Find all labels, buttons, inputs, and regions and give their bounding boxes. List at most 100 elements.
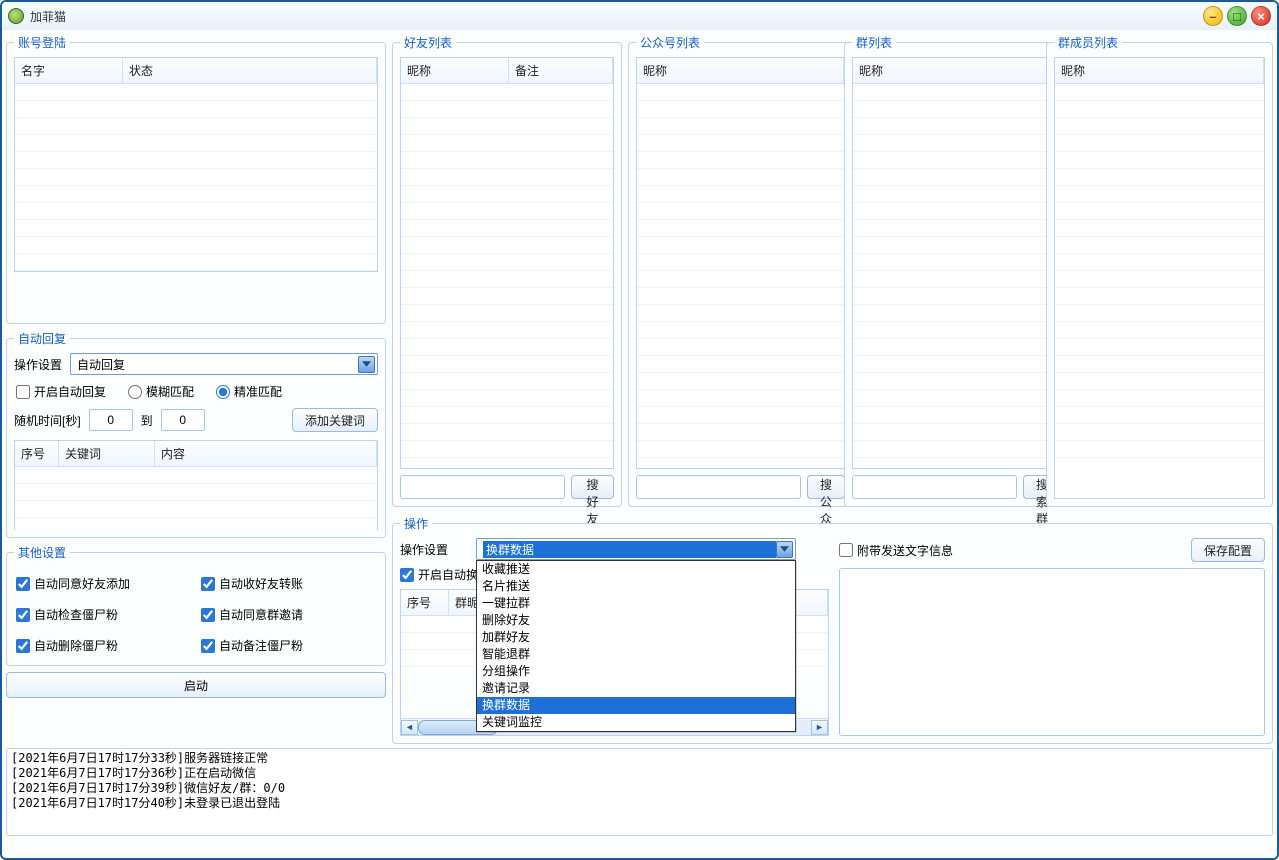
auto-accept-group-invite-checkbox[interactable]: 自动同意群邀请: [201, 606, 376, 623]
account-login-legend: 账号登陆: [14, 34, 70, 51]
rand-time-to-label: 到: [141, 412, 153, 429]
friends-col-nick[interactable]: 昵称: [401, 58, 509, 83]
operation-left: 操作设置 换群数据 收藏推送名片推送一键拉群删除好友加群好友智能退群分组操作邀请…: [400, 538, 829, 736]
kw-col-seq[interactable]: 序号: [15, 441, 59, 466]
rand-time-to-input[interactable]: [161, 409, 205, 431]
fuzzy-match-radio[interactable]: 模糊匹配: [128, 383, 194, 400]
dropdown-option[interactable]: 关键词监控: [477, 714, 795, 731]
enable-auto-reply-checkbox[interactable]: 开启自动回复: [16, 383, 106, 400]
title-bar: 加菲猫 – □ ×: [2, 2, 1277, 30]
save-config-button[interactable]: 保存配置: [1191, 538, 1265, 562]
kw-col-keyword[interactable]: 关键词: [59, 441, 155, 466]
exact-match-radio[interactable]: 精准匹配: [216, 383, 282, 400]
right-area: 好友列表 昵称 备注: [392, 34, 1273, 744]
account-table-header: 名字 状态: [15, 58, 377, 84]
friends-col-remark[interactable]: 备注: [509, 58, 613, 83]
auto-collect-transfer-checkbox[interactable]: 自动收好友转账: [201, 575, 376, 592]
friends-table[interactable]: 昵称 备注: [400, 57, 614, 469]
groups-col-nick[interactable]: 昵称: [853, 58, 1060, 83]
gzh-col-nick[interactable]: 昵称: [637, 58, 844, 83]
auto-reply-select-value: 自动回复: [77, 356, 125, 373]
search-gzh-input[interactable]: [636, 475, 801, 499]
auto-reply-group: 自动回复 操作设置 自动回复 开启自动回复 模糊匹配 精准匹配: [6, 330, 386, 538]
auto-reply-legend: 自动回复: [14, 330, 70, 347]
upper-row: 账号登陆 名字 状态 自动回复: [6, 34, 1273, 744]
dropdown-option[interactable]: 收藏推送: [477, 561, 795, 578]
scroll-left-icon[interactable]: ◄: [401, 720, 418, 735]
close-button[interactable]: ×: [1251, 6, 1271, 26]
account-col-status[interactable]: 状态: [123, 58, 377, 83]
app-window: 加菲猫 – □ × 账号登陆 名字 状态: [0, 0, 1279, 860]
members-column: 群成员列表 昵称: [1046, 34, 1273, 507]
other-settings-group: 其他设置 自动同意好友添加 自动收好友转账 自动检查僵尸粉 自动同意群邀请 自动…: [6, 544, 386, 666]
operation-select-value: 换群数据: [483, 541, 776, 558]
rand-time-from-input[interactable]: [89, 409, 133, 431]
window-title: 加菲猫: [30, 8, 1203, 25]
auto-remark-zombie-checkbox[interactable]: 自动备注僵尸粉: [201, 637, 376, 654]
add-keyword-button[interactable]: 添加关键词: [292, 408, 378, 432]
dropdown-option[interactable]: 邀请记录: [477, 680, 795, 697]
kw-col-content[interactable]: 内容: [155, 441, 377, 466]
attach-text-checkbox[interactable]: 附带发送文字信息: [839, 542, 953, 559]
body-area: 账号登陆 名字 状态 自动回复: [2, 30, 1277, 858]
operation-dropdown[interactable]: 收藏推送名片推送一键拉群删除好友加群好友智能退群分组操作邀请记录换群数据关键词监…: [476, 560, 796, 732]
app-icon: [8, 8, 24, 24]
auto-accept-friend-checkbox[interactable]: 自动同意好友添加: [16, 575, 191, 592]
log-output[interactable]: [2021年6月7日17时17分33秒]服务器链接正常 [2021年6月7日17…: [6, 748, 1273, 836]
minimize-button[interactable]: –: [1203, 6, 1223, 26]
dropdown-option[interactable]: 删除好友: [477, 612, 795, 629]
dropdown-option[interactable]: 换群数据: [477, 697, 795, 714]
window-buttons: – □ ×: [1203, 6, 1271, 26]
gzh-table-body: [637, 84, 844, 468]
groups-table-body: [853, 84, 1060, 468]
operation-group: 操作 操作设置 换群数据 收藏推送名片推送一键拉群删除好友加群: [392, 515, 1273, 744]
members-table-body: [1055, 84, 1264, 498]
search-groups-input[interactable]: [852, 475, 1017, 499]
keyword-table[interactable]: 序号 关键词 内容: [14, 440, 378, 530]
account-table-body: [15, 84, 377, 271]
start-button[interactable]: 启动: [6, 672, 386, 698]
left-column: 账号登陆 名字 状态 自动回复: [6, 34, 386, 744]
operation-legend: 操作: [400, 515, 432, 532]
rand-time-label: 随机时间[秒]: [14, 412, 81, 429]
chevron-down-icon: [358, 356, 375, 373]
operation-select[interactable]: 换群数据: [476, 538, 796, 560]
list-columns-row: 好友列表 昵称 备注: [392, 34, 1273, 507]
gzh-column: 公众号列表 昵称 搜公众号: [628, 34, 838, 507]
dropdown-option[interactable]: 加群好友: [477, 629, 795, 646]
account-table[interactable]: 名字 状态: [14, 57, 378, 272]
search-friends-input[interactable]: [400, 475, 565, 499]
keyword-table-header: 序号 关键词 内容: [15, 441, 377, 467]
other-settings-legend: 其他设置: [14, 544, 70, 561]
auto-check-zombie-checkbox[interactable]: 自动检查僵尸粉: [16, 606, 191, 623]
scroll-right-icon[interactable]: ►: [811, 720, 828, 735]
friends-table-body: [401, 84, 613, 468]
search-gzh-button[interactable]: 搜公众号: [807, 475, 845, 499]
members-legend: 群成员列表: [1054, 34, 1122, 51]
groups-column: 群列表 昵称 搜索群: [844, 34, 1040, 507]
friends-legend: 好友列表: [400, 34, 456, 51]
account-login-group: 账号登陆 名字 状态: [6, 34, 386, 324]
dropdown-option[interactable]: 一键拉群: [477, 595, 795, 612]
friends-table-header: 昵称 备注: [401, 58, 613, 84]
members-table[interactable]: 昵称: [1054, 57, 1265, 499]
account-col-name[interactable]: 名字: [15, 58, 123, 83]
auto-delete-zombie-checkbox[interactable]: 自动删除僵尸粉: [16, 637, 191, 654]
groups-table[interactable]: 昵称: [852, 57, 1061, 469]
dropdown-option[interactable]: 分组操作: [477, 663, 795, 680]
maximize-button[interactable]: □: [1227, 6, 1247, 26]
ops-group-col-seq[interactable]: 序号: [401, 590, 449, 615]
dropdown-option[interactable]: 智能退群: [477, 646, 795, 663]
chevron-down-icon: [776, 541, 793, 558]
members-col-nick[interactable]: 昵称: [1055, 58, 1264, 83]
auto-reply-select[interactable]: 自动回复: [70, 353, 378, 375]
friends-column: 好友列表 昵称 备注: [392, 34, 622, 507]
operation-right: 附带发送文字信息 保存配置: [839, 538, 1265, 736]
attach-text-area[interactable]: [839, 568, 1265, 736]
dropdown-option[interactable]: 名片推送: [477, 578, 795, 595]
operation-label: 操作设置: [400, 541, 456, 558]
search-friends-button[interactable]: 搜好友: [571, 475, 614, 499]
groups-legend: 群列表: [852, 34, 896, 51]
gzh-table[interactable]: 昵称: [636, 57, 845, 469]
auto-reply-label: 操作设置: [14, 356, 62, 373]
